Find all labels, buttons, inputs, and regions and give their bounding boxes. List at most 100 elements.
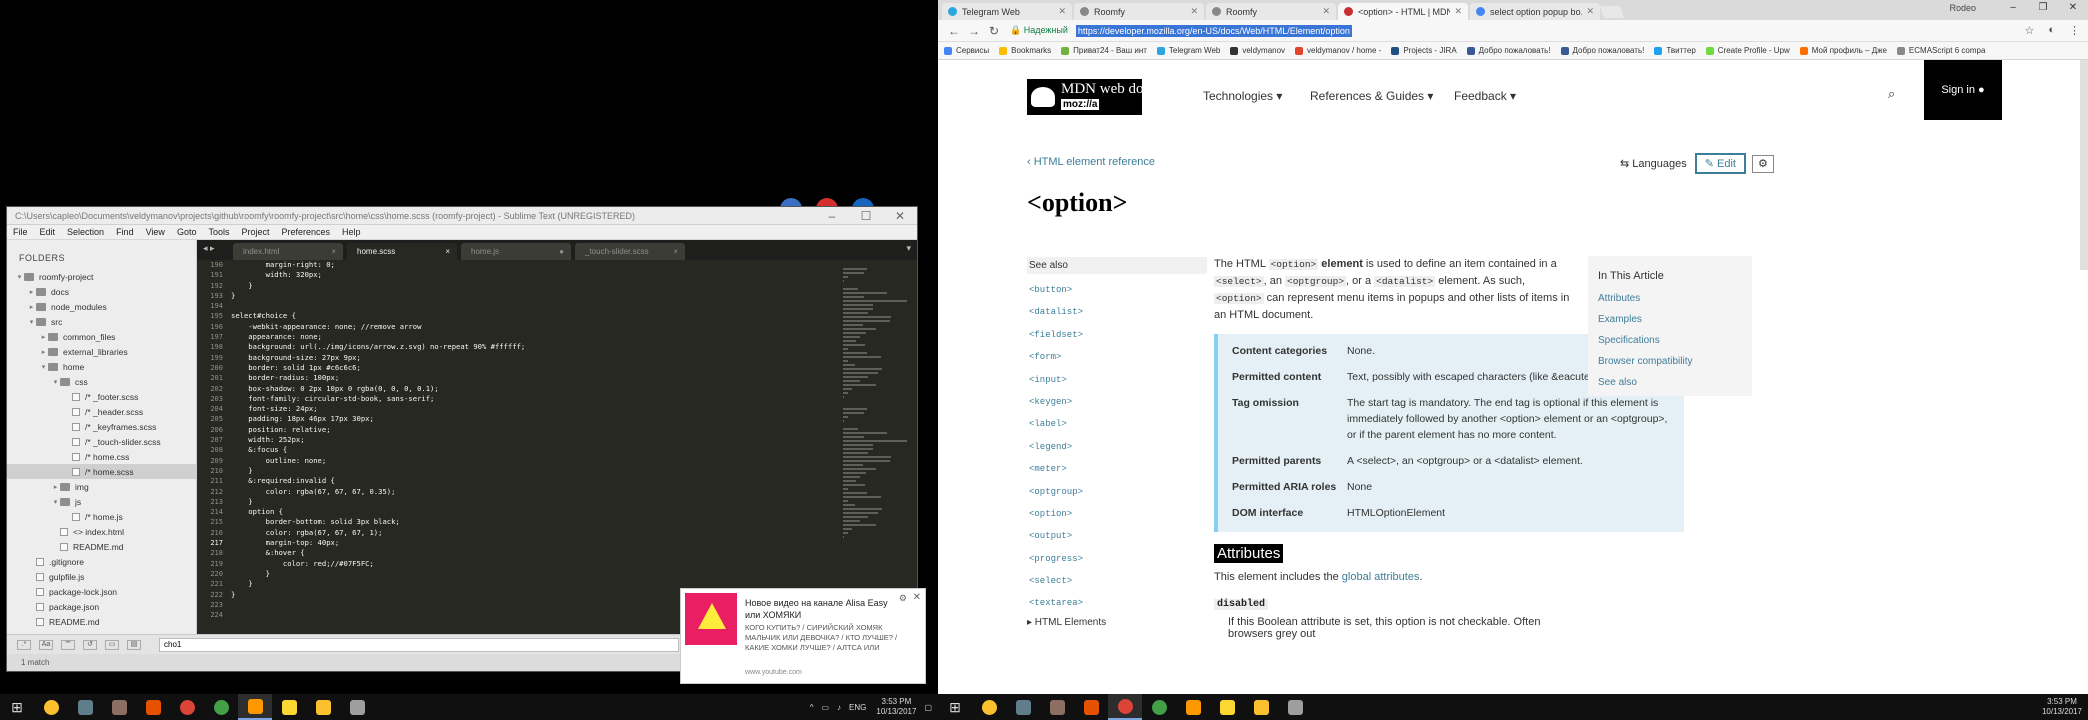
taskbar-chrome[interactable]: [170, 694, 204, 720]
see-also-link[interactable]: <fieldset>: [1027, 324, 1207, 346]
bookmark-item[interactable]: Telegram Web: [1156, 46, 1220, 55]
search-icon[interactable]: ⌕: [1888, 86, 1895, 102]
editor-tab[interactable]: home.scss ×: [347, 243, 457, 260]
find-option-case[interactable]: Aa: [39, 639, 53, 650]
mdn-logo[interactable]: MDN web docs moz://a: [1027, 79, 1156, 115]
taskbar-app-4[interactable]: [1074, 694, 1108, 720]
menu-item-file[interactable]: File: [13, 227, 28, 237]
taskbar-app-6[interactable]: [204, 694, 238, 720]
menu-item-goto[interactable]: Goto: [177, 227, 197, 237]
profile-name[interactable]: Rodeo: [1949, 0, 1976, 13]
see-also-link[interactable]: <input>: [1027, 369, 1207, 391]
edit-button[interactable]: ✎ Edit: [1694, 153, 1746, 174]
find-option-word[interactable]: "": [61, 639, 75, 650]
minimap[interactable]: [843, 268, 907, 538]
youtube-notification[interactable]: Новое видео на канале Alisa Easy или ХОМ…: [680, 588, 926, 684]
see-also-link[interactable]: <button>: [1027, 279, 1207, 301]
file-item[interactable]: /* home.css: [7, 449, 196, 464]
browser-tab[interactable]: Telegram Web ✕: [942, 3, 1072, 20]
folder-item[interactable]: ▸ docs: [7, 284, 196, 299]
browser-tab[interactable]: select option popup bo... ✕: [1470, 3, 1600, 20]
taskbar-app-8[interactable]: [272, 694, 306, 720]
taskbar-app-4[interactable]: [136, 694, 170, 720]
file-item[interactable]: /* _touch-slider.scss: [7, 434, 196, 449]
see-also-link[interactable]: <form>: [1027, 346, 1207, 368]
bookmark-item[interactable]: veldymanov: [1230, 46, 1285, 55]
bookmark-item[interactable]: Твиттер: [1654, 46, 1696, 55]
nav-technologies[interactable]: Technologies ▾: [1203, 89, 1282, 103]
file-item[interactable]: package-lock.json: [7, 584, 196, 599]
bookmark-item[interactable]: Projects - JIRA: [1391, 46, 1457, 55]
menu-item-project[interactable]: Project: [241, 227, 269, 237]
gear-icon[interactable]: ⚙: [1751, 154, 1774, 173]
editor-tab[interactable]: _touch-slider.scss ×: [575, 243, 685, 260]
close-button[interactable]: ✕: [883, 209, 917, 223]
file-item[interactable]: /* _keyframes.scss: [7, 419, 196, 434]
toc-link[interactable]: Attributes: [1598, 288, 1742, 309]
file-item[interactable]: package.json: [7, 599, 196, 614]
secure-label[interactable]: 🔒 Надежный: [1010, 25, 1068, 36]
tab-close-icon[interactable]: ✕: [1586, 6, 1594, 17]
taskbar-app-10[interactable]: [1278, 694, 1312, 720]
extension-icon[interactable]: ◐: [2048, 24, 2055, 37]
bookmark-item[interactable]: Приват24 - Ваш инт: [1061, 46, 1147, 55]
see-also-link[interactable]: <label>: [1027, 413, 1207, 435]
close-icon[interactable]: ✕: [913, 592, 921, 603]
editor-tab[interactable]: home.js ●: [461, 243, 571, 260]
find-option-wrap[interactable]: ↺: [83, 639, 97, 650]
signin-button[interactable]: Sign in ●: [1924, 60, 2002, 120]
see-also-link[interactable]: <datalist>: [1027, 301, 1207, 323]
close-button[interactable]: ✕: [2058, 0, 2088, 13]
menu-item-tools[interactable]: Tools: [208, 227, 229, 237]
restore-button[interactable]: ❐: [2028, 0, 2058, 13]
menu-item-view[interactable]: View: [146, 227, 165, 237]
menu-item-edit[interactable]: Edit: [40, 227, 56, 237]
tab-close-icon[interactable]: ×: [445, 247, 450, 256]
see-also-link[interactable]: <output>: [1027, 525, 1207, 547]
windows-start-icon[interactable]: ⊞: [0, 699, 34, 716]
taskbar-explorer[interactable]: [306, 694, 340, 720]
find-option-selection[interactable]: ▭: [105, 639, 119, 650]
nav-references-guides[interactable]: References & Guides ▾: [1310, 89, 1433, 103]
bookmark-item[interactable]: Добро пожаловать!: [1466, 46, 1551, 55]
find-option-regex[interactable]: .*: [17, 639, 31, 650]
browser-tab[interactable]: Roomfy ✕: [1074, 3, 1204, 20]
bookmark-star-icon[interactable]: ☆: [2024, 24, 2034, 37]
browser-tab[interactable]: <option> - HTML | MDN ✕: [1338, 3, 1468, 20]
see-also-link[interactable]: <keygen>: [1027, 391, 1207, 413]
taskbar-sublime[interactable]: [238, 694, 272, 720]
back-icon[interactable]: ←: [944, 24, 964, 38]
tray-volume-icon[interactable]: ♪: [837, 703, 841, 712]
toc-link[interactable]: See also: [1598, 372, 1742, 393]
notification-center-icon[interactable]: ▢: [924, 703, 932, 712]
nav-feedback[interactable]: Feedback ▾: [1454, 89, 1516, 103]
file-item[interactable]: README.md: [7, 539, 196, 554]
html-elements-toggle[interactable]: ▸ HTML Elements: [1027, 617, 1207, 628]
tab-close-icon[interactable]: ✕: [1322, 6, 1330, 17]
see-also-link[interactable]: <meter>: [1027, 458, 1207, 480]
file-item[interactable]: <> index.html: [7, 524, 196, 539]
bookmark-item[interactable]: Create Profile - Upw: [1705, 46, 1790, 55]
toc-link[interactable]: Browser compatibility: [1598, 351, 1742, 372]
gear-icon[interactable]: ⚙: [899, 593, 907, 604]
see-also-link[interactable]: <optgroup>: [1027, 481, 1207, 503]
menu-item-find[interactable]: Find: [116, 227, 134, 237]
clock[interactable]: 3:53 PM 10/13/2017: [876, 697, 916, 717]
bookmark-item[interactable]: Bookmarks: [999, 46, 1051, 55]
see-also-link[interactable]: <textarea>: [1027, 592, 1207, 614]
find-input[interactable]: [159, 637, 679, 652]
clock[interactable]: 3:53 PM 10/13/2017: [2042, 697, 2082, 717]
taskbar-chrome[interactable]: [1108, 694, 1142, 720]
tab-close-icon[interactable]: ✕: [1454, 6, 1462, 17]
folder-item[interactable]: ▾ src: [7, 314, 196, 329]
toc-link[interactable]: Examples: [1598, 309, 1742, 330]
toc-link[interactable]: Specifications: [1598, 330, 1742, 351]
reload-icon[interactable]: ↻: [984, 24, 1004, 38]
taskbar-explorer[interactable]: [1244, 694, 1278, 720]
folder-item[interactable]: ▸ external_libraries: [7, 344, 196, 359]
see-also-link[interactable]: <progress>: [1027, 548, 1207, 570]
see-also-link[interactable]: <option>: [1027, 503, 1207, 525]
minimize-button[interactable]: –: [1998, 0, 2028, 13]
see-also-link[interactable]: <select>: [1027, 570, 1207, 592]
see-also-link[interactable]: <legend>: [1027, 436, 1207, 458]
